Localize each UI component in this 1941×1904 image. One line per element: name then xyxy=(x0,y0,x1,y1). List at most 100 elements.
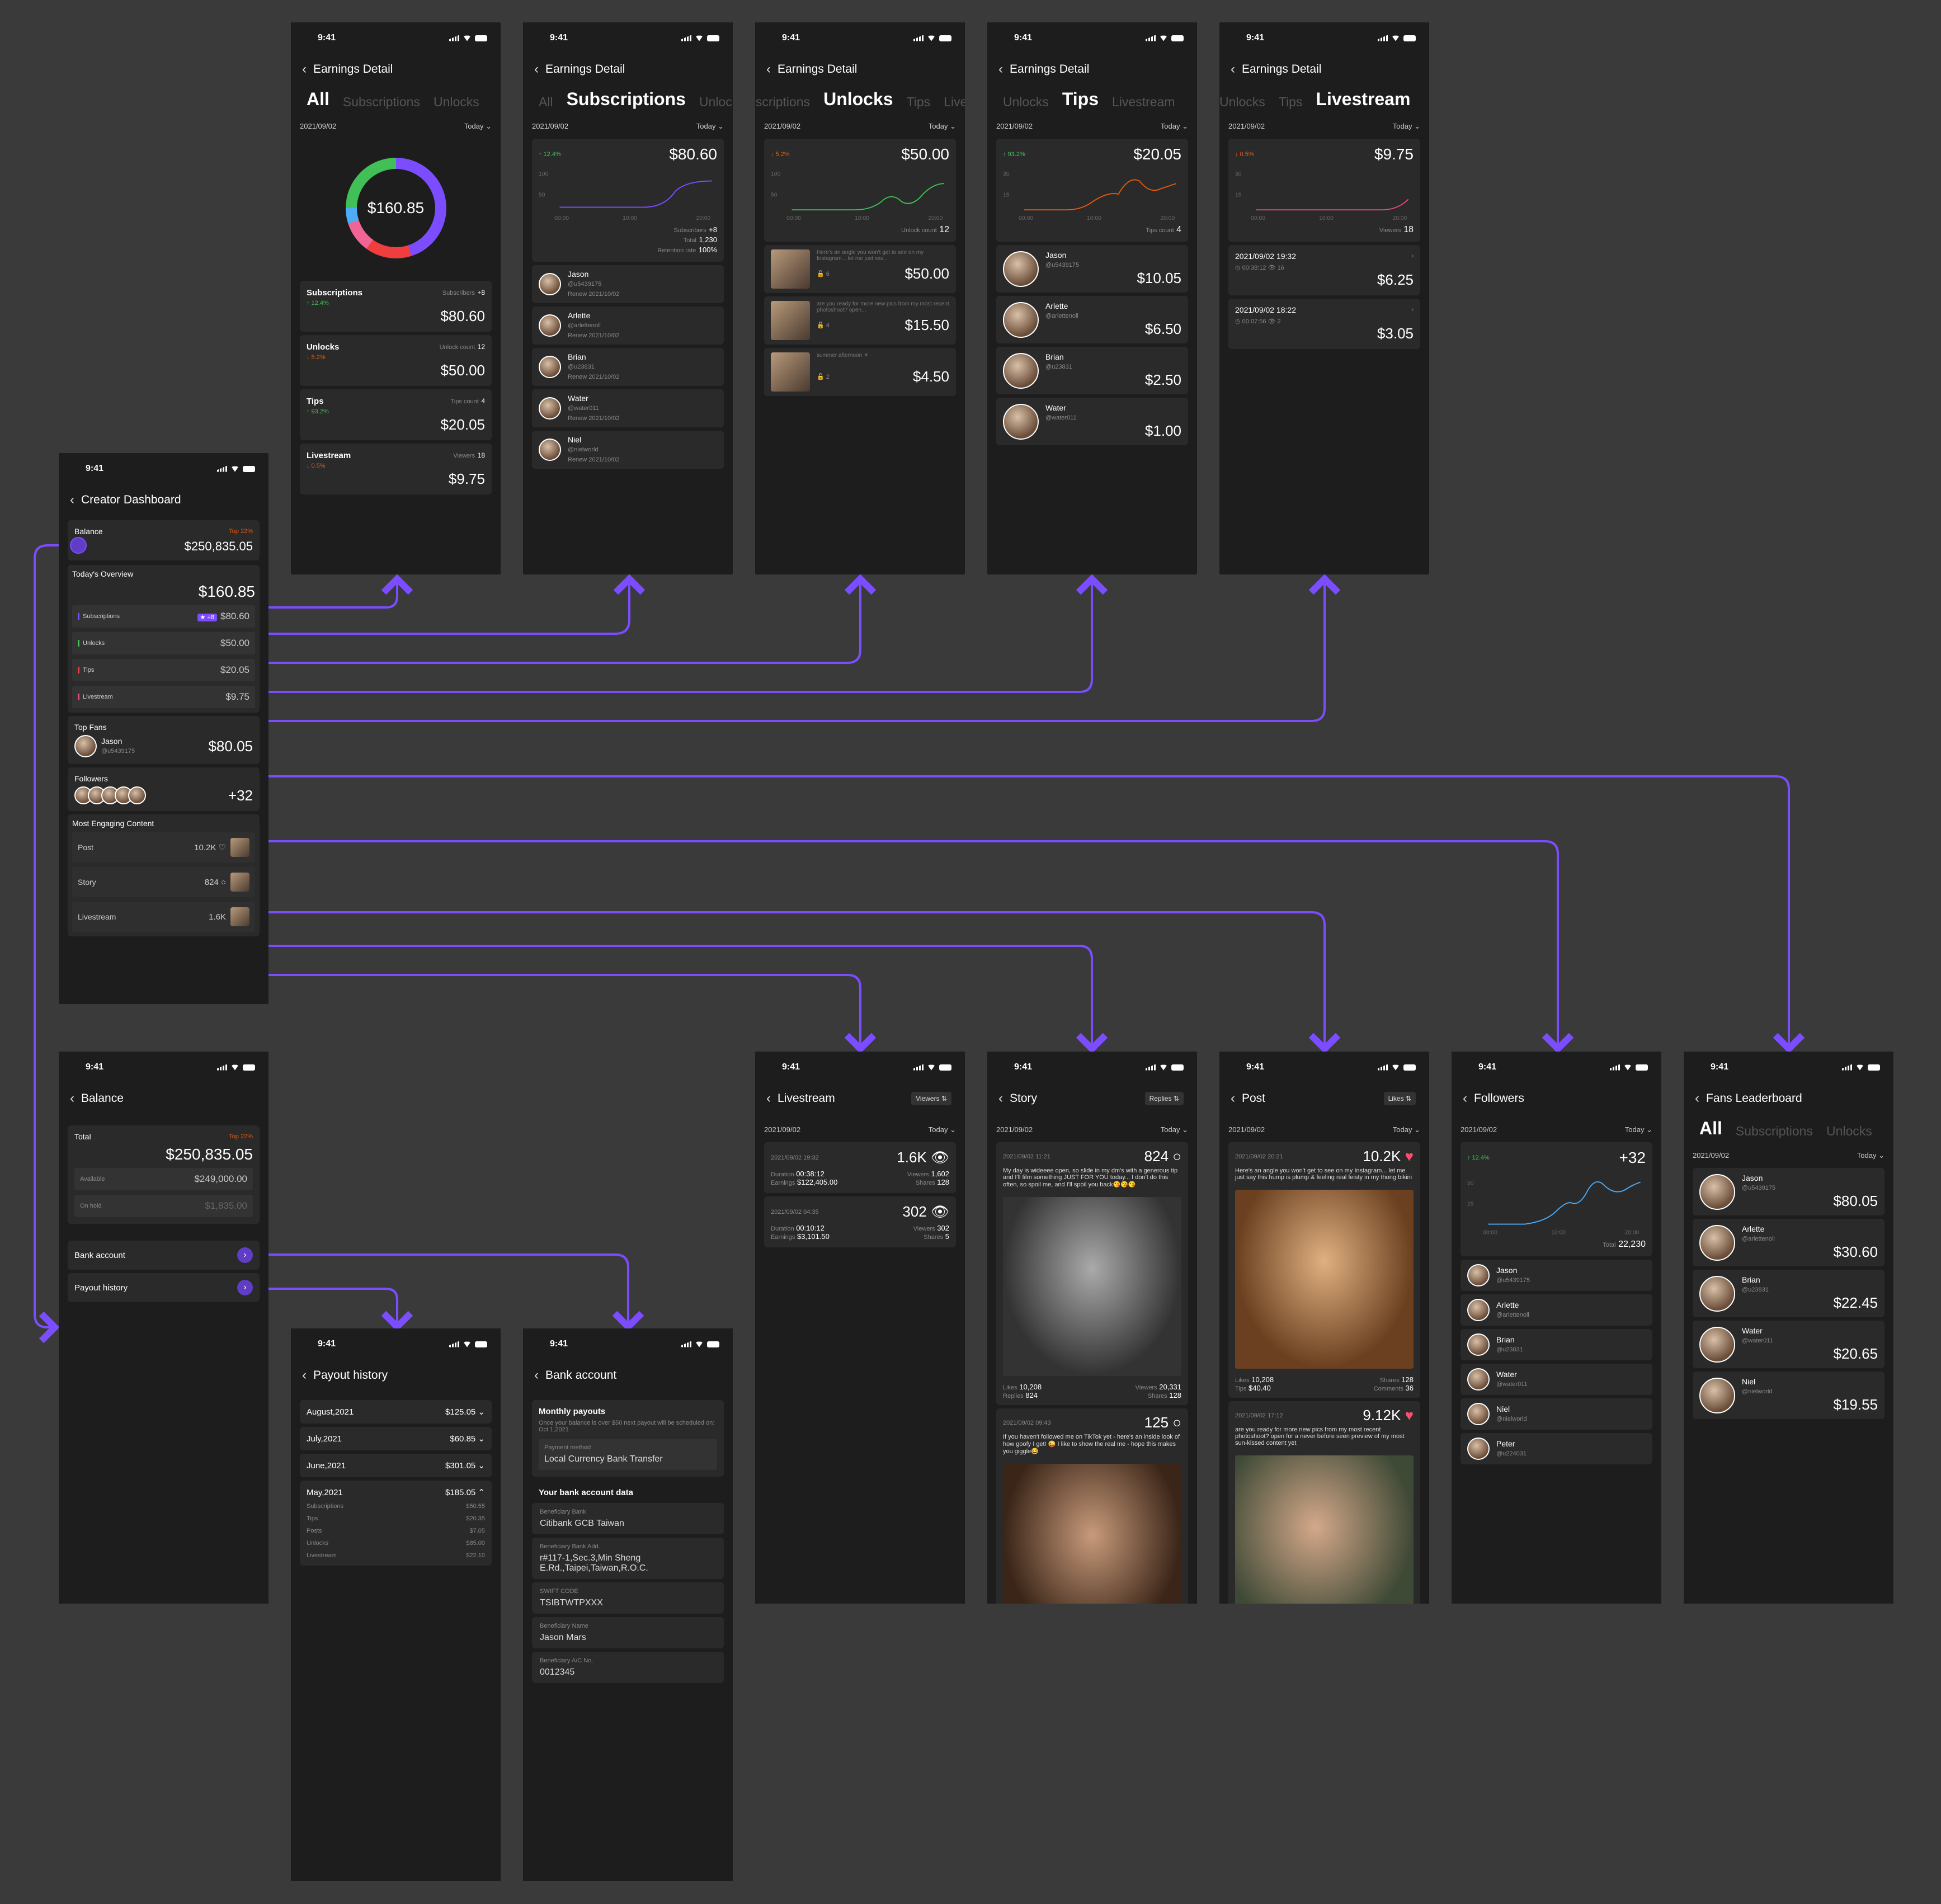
follower-row[interactable]: Niel @nielworld xyxy=(1461,1398,1652,1430)
subscriber-row[interactable]: Jason @u5439175 Renew 2021/10/02 xyxy=(532,265,724,303)
leaderboard-row[interactable]: Arlette @arlettenoll $30.60 xyxy=(1693,1219,1885,1266)
tab-unlocks[interactable]: Unlocks xyxy=(1826,1124,1872,1139)
tab-tips[interactable]: Tips xyxy=(1062,89,1099,110)
follower-row[interactable]: Water @water011 xyxy=(1461,1364,1652,1395)
livestream-item[interactable]: 2021/09/02 04:35 302 👁 Duration 00:10:12 Ea… xyxy=(764,1196,956,1247)
sort-button[interactable]: Likes ⇅ xyxy=(1383,1092,1416,1105)
subscriber-row[interactable]: Brian @u23831 Renew 2021/10/02 xyxy=(532,348,724,386)
back-icon[interactable]: ‹ xyxy=(1231,62,1235,77)
subscriber-row[interactable]: Arlette @arlettenoll Renew 2021/10/02 xyxy=(532,307,724,345)
bank-field[interactable]: Beneficiary Bank Citibank GCB Taiwan xyxy=(532,1503,724,1534)
date-range-select[interactable]: Today ⌄ xyxy=(1857,1151,1885,1160)
payout-month-expanded[interactable]: May,2021 $185.05 ⌃ Subscriptions $50.55 Tip… xyxy=(300,1481,492,1566)
tab-tips[interactable]: Tips xyxy=(907,95,931,110)
tab-livestream[interactable]: Livestream xyxy=(1316,89,1410,110)
bank-account-row[interactable]: Bank account › xyxy=(68,1241,260,1270)
tab-unlocks[interactable]: Unlocks xyxy=(823,89,893,110)
date-range-select[interactable]: Today ⌄ xyxy=(1161,122,1188,131)
tab-livestream[interactable]: Livestream xyxy=(944,95,965,110)
back-icon[interactable]: ‹ xyxy=(302,1368,307,1383)
sort-button[interactable]: Viewers ⇅ xyxy=(911,1092,951,1105)
leaderboard-row[interactable]: Niel @nielworld $19.55 xyxy=(1693,1372,1885,1419)
bank-field[interactable]: Beneficiary Name Jason Mars xyxy=(532,1617,724,1648)
date-range-select[interactable]: Today ⌄ xyxy=(929,122,956,131)
back-icon[interactable]: ‹ xyxy=(766,1091,771,1106)
livestream-session[interactable]: 2021/09/02 19:32 › ◷ 00:38:12 👁 16 $6.25 xyxy=(1228,245,1420,295)
unlocked-post[interactable]: summer afternoon ☀ 🔓 2 $4.50 xyxy=(764,348,956,396)
back-icon[interactable]: ‹ xyxy=(766,62,771,77)
bank-field[interactable]: SWIFT CODE TSIBTWTPXXX xyxy=(532,1582,724,1614)
story-card[interactable]: 2021/09/02 09:43 125 ○ If you haven't fol… xyxy=(996,1408,1188,1604)
tab-unlocks[interactable]: Unlocks xyxy=(434,95,479,110)
back-icon[interactable]: ‹ xyxy=(70,492,74,508)
balance-card[interactable]: Balance Top 22% $250,835.05 xyxy=(68,520,260,560)
tab-unlocks[interactable]: Unlocks xyxy=(1219,95,1265,110)
overview-row[interactable]: Subscriptions ★ +8 $80.60 xyxy=(72,605,255,628)
payout-month-row[interactable]: August,2021 $125.05 ⌄ xyxy=(300,1400,492,1424)
breakdown-card[interactable]: Tips Tips count 4 ↑ 93.2% $20.05 xyxy=(300,389,492,440)
sort-button[interactable]: Replies ⇅ xyxy=(1144,1092,1184,1105)
overview-row[interactable]: Livestream $9.75 xyxy=(72,686,255,708)
back-icon[interactable]: ‹ xyxy=(1463,1091,1467,1106)
tab-subscriptions[interactable]: Subscriptions xyxy=(755,95,810,110)
tab-tips[interactable]: Tips xyxy=(1279,95,1303,110)
back-icon[interactable]: ‹ xyxy=(534,62,539,77)
tab-subscriptions[interactable]: Subscriptions xyxy=(343,95,420,110)
breakdown-card[interactable]: Unlocks Unlock count 12 ↓ 5.2% $50.00 xyxy=(300,335,492,386)
breakdown-card[interactable]: Subscriptions Subscribers +8 ↑ 12.4% $80.60 xyxy=(300,281,492,332)
tipper-row[interactable]: Water @water011 $1.00 xyxy=(996,398,1188,445)
engaging-row[interactable]: Post 10.2K ♡ xyxy=(72,832,255,863)
payment-method-field[interactable]: Payment method Local Currency Bank Transf… xyxy=(539,1439,717,1470)
overview-total[interactable]: $160.85 xyxy=(72,583,255,601)
bank-field[interactable]: Beneficiary A/C No. 0012345 xyxy=(532,1652,724,1683)
tab-subscriptions[interactable]: Subscriptions xyxy=(567,89,686,110)
back-icon[interactable]: ‹ xyxy=(998,1091,1003,1106)
tab-unlocks[interactable]: Unlocks xyxy=(699,95,733,110)
payout-month-row[interactable]: June,2021 $301.05 ⌄ xyxy=(300,1454,492,1477)
date-range-select[interactable]: Today ⌄ xyxy=(929,1125,956,1134)
back-icon[interactable]: ‹ xyxy=(998,62,1003,77)
date-range-select[interactable]: Today ⌄ xyxy=(696,122,724,131)
followers-card[interactable]: Followers +32 xyxy=(68,767,260,811)
top-fans-card[interactable]: Top Fans Jason @u5439175 $80.05 xyxy=(68,716,260,764)
tipper-row[interactable]: Arlette @arlettenoll $6.50 xyxy=(996,296,1188,343)
livestream-item[interactable]: 2021/09/02 19:32 1.6K 👁 Duration 00:38:12 E… xyxy=(764,1142,956,1193)
subscriber-row[interactable]: Water @water011 Renew 2021/10/02 xyxy=(532,389,724,427)
date-range-select[interactable]: Today ⌄ xyxy=(1161,1125,1188,1134)
follower-row[interactable]: Peter @u224031 xyxy=(1461,1433,1652,1464)
date-range-select[interactable]: Today ⌄ xyxy=(464,122,492,131)
overview-row[interactable]: Tips $20.05 xyxy=(72,659,255,681)
leaderboard-row[interactable]: Jason @u5439175 $80.05 xyxy=(1693,1168,1885,1215)
date-range-select[interactable]: Today ⌄ xyxy=(1393,122,1420,131)
engaging-row[interactable]: Story 824 ○ xyxy=(72,867,255,897)
date-range-select[interactable]: Today ⌄ xyxy=(1393,1125,1420,1134)
follower-row[interactable]: Jason @u5439175 xyxy=(1461,1260,1652,1291)
back-icon[interactable]: ‹ xyxy=(534,1368,539,1383)
unlocked-post[interactable]: Here's an angle you won't get to see on … xyxy=(764,245,956,293)
livestream-session[interactable]: 2021/09/02 18:22 › ◷ 00:07:56 👁 2 $3.05 xyxy=(1228,299,1420,349)
back-icon[interactable]: ‹ xyxy=(70,1091,74,1106)
overview-row[interactable]: Unlocks $50.00 xyxy=(72,632,255,654)
unlocked-post[interactable]: are you ready for more new pics from my … xyxy=(764,296,956,345)
tab-all[interactable]: All xyxy=(1699,1118,1722,1139)
payout-history-row[interactable]: Payout history › xyxy=(68,1273,260,1302)
tab-livestream[interactable]: Livestream xyxy=(1112,95,1175,110)
back-icon[interactable]: ‹ xyxy=(1695,1091,1699,1106)
subscriber-row[interactable]: Niel @nielworld Renew 2021/10/02 xyxy=(532,431,724,469)
payout-month-row[interactable]: July,2021 $60.85 ⌄ xyxy=(300,1427,492,1450)
tab-all[interactable]: All xyxy=(307,89,329,110)
story-card[interactable]: 2021/09/02 11:21 824 ○ My day is wideeee … xyxy=(996,1142,1188,1405)
breakdown-card[interactable]: Livestream Viewers 18 ↓ 0.5% $9.75 xyxy=(300,444,492,494)
leaderboard-row[interactable]: Brian @u23831 $22.45 xyxy=(1693,1270,1885,1317)
tipper-row[interactable]: Jason @u5439175 $10.05 xyxy=(996,245,1188,293)
leaderboard-row[interactable]: Water @water011 $20.65 xyxy=(1693,1321,1885,1368)
follower-row[interactable]: Brian @u23831 xyxy=(1461,1329,1652,1360)
post-card[interactable]: 2021/09/02 17:12 9.12K ♥ are you ready fo… xyxy=(1228,1401,1420,1604)
follower-row[interactable]: Arlette @arlettenoll xyxy=(1461,1294,1652,1326)
back-icon[interactable]: ‹ xyxy=(302,62,307,77)
engaging-row[interactable]: Livestream 1.6K xyxy=(72,902,255,932)
post-card[interactable]: 2021/09/02 20:21 10.2K ♥ Here's an angle … xyxy=(1228,1142,1420,1398)
tab-all[interactable]: All xyxy=(539,95,553,110)
date-range-select[interactable]: Today ⌄ xyxy=(1625,1125,1652,1134)
tipper-row[interactable]: Brian @u23831 $2.50 xyxy=(996,347,1188,394)
